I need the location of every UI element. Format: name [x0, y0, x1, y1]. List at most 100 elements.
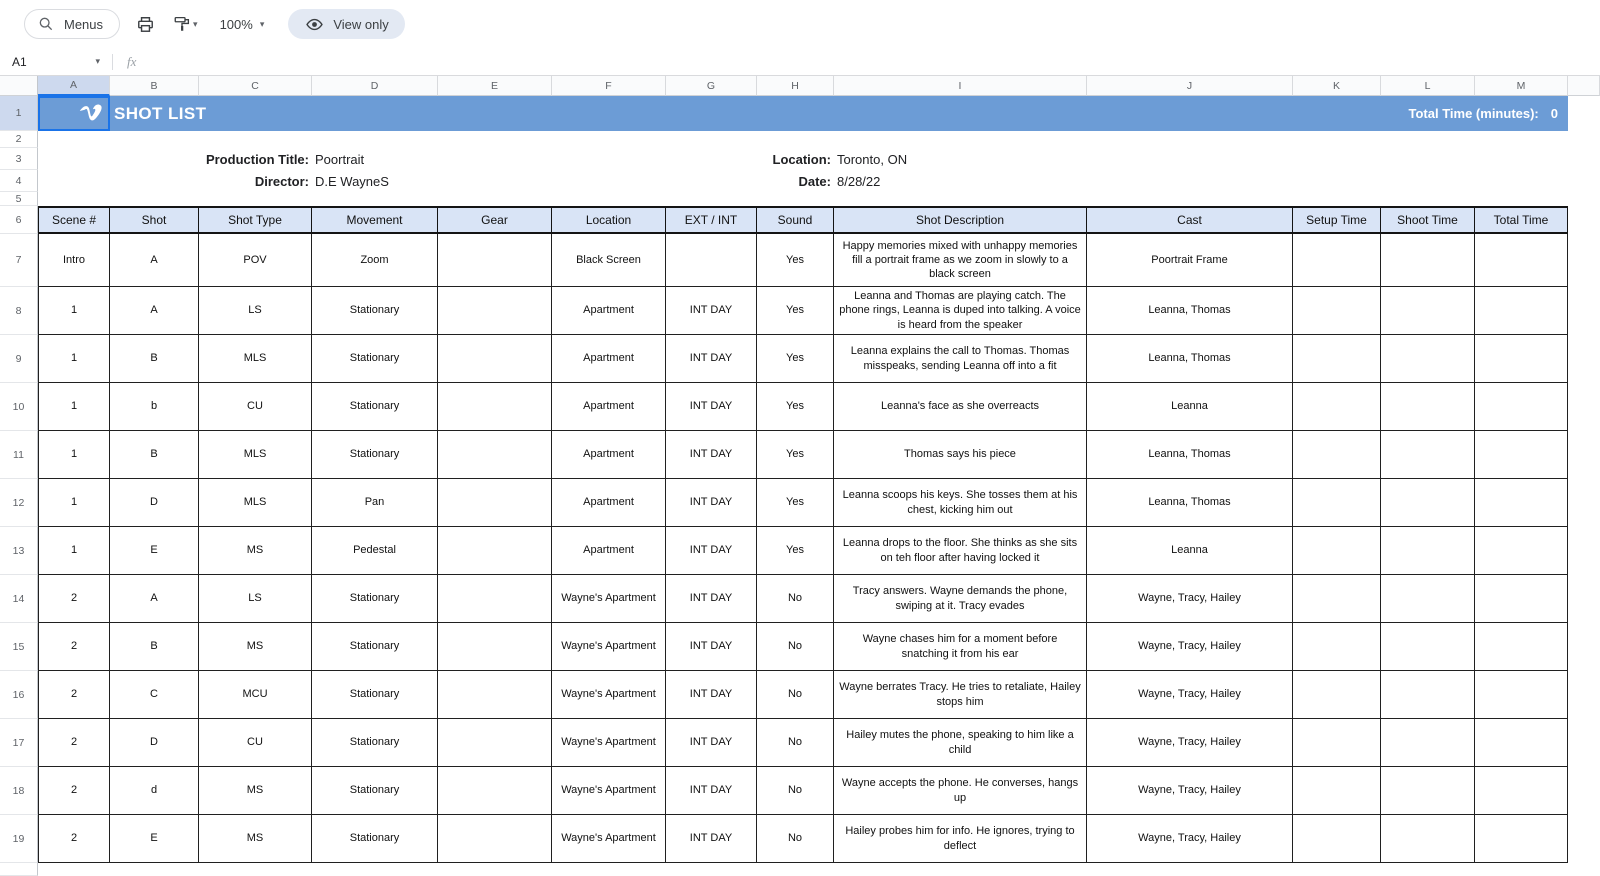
cell-L9[interactable] [1381, 335, 1475, 383]
cell-A8[interactable]: 1 [38, 287, 110, 335]
table-header-movement[interactable]: Movement [312, 206, 438, 234]
cell-B10[interactable]: b [110, 383, 199, 431]
cell-A11[interactable]: 1 [38, 431, 110, 479]
cell-C8[interactable]: LS [199, 287, 312, 335]
cell-J16[interactable]: Wayne, Tracy, Hailey [1087, 671, 1293, 719]
cell-K14[interactable] [1293, 575, 1381, 623]
director-value[interactable]: D.E WayneS [312, 170, 438, 192]
table-header-shot-description[interactable]: Shot Description [834, 206, 1087, 234]
cell-K10[interactable] [1293, 383, 1381, 431]
blank-row[interactable] [38, 131, 1568, 148]
cell-A9[interactable]: 1 [38, 335, 110, 383]
cell-F14[interactable]: Wayne's Apartment [552, 575, 666, 623]
cell-G19[interactable]: INT DAY [666, 815, 757, 863]
cell-B17[interactable]: D [110, 719, 199, 767]
zoom-control[interactable]: 100% ▾ [214, 17, 271, 32]
cell-G13[interactable]: INT DAY [666, 527, 757, 575]
cell-E7[interactable] [438, 234, 552, 287]
cell-J14[interactable]: Wayne, Tracy, Hailey [1087, 575, 1293, 623]
void-area[interactable] [1568, 96, 1600, 131]
cell-J13[interactable]: Leanna [1087, 527, 1293, 575]
cell-A12[interactable]: 1 [38, 479, 110, 527]
column-header-H[interactable]: H [757, 76, 834, 96]
cell-I7[interactable]: Happy memories mixed with unhappy memori… [834, 234, 1087, 287]
cell-C16[interactable]: MCU [199, 671, 312, 719]
location-value[interactable]: Toronto, ON [834, 148, 1087, 170]
cell-M13[interactable] [1475, 527, 1568, 575]
cell-E11[interactable] [438, 431, 552, 479]
cell-I14[interactable]: Tracy answers. Wayne demands the phone, … [834, 575, 1087, 623]
cell-E12[interactable] [438, 479, 552, 527]
row-header-5[interactable]: 5 [0, 192, 38, 206]
cell-H12[interactable]: Yes [757, 479, 834, 527]
cell-K9[interactable] [1293, 335, 1381, 383]
cell-A18[interactable]: 2 [38, 767, 110, 815]
cell-A7[interactable]: Intro [38, 234, 110, 287]
production-title-label[interactable]: Production Title: [38, 148, 312, 170]
cell-M14[interactable] [1475, 575, 1568, 623]
cell-F7[interactable]: Black Screen [552, 234, 666, 287]
row-header-2[interactable]: 2 [0, 131, 38, 148]
cell-G14[interactable]: INT DAY [666, 575, 757, 623]
cell-D17[interactable]: Stationary [312, 719, 438, 767]
cell-C17[interactable]: CU [199, 719, 312, 767]
cell-H14[interactable]: No [757, 575, 834, 623]
cell-B15[interactable]: B [110, 623, 199, 671]
cell-B11[interactable]: B [110, 431, 199, 479]
cell-L14[interactable] [1381, 575, 1475, 623]
row-header-9[interactable]: 9 [0, 335, 38, 383]
cell-I17[interactable]: Hailey mutes the phone, speaking to him … [834, 719, 1087, 767]
cell-D13[interactable]: Pedestal [312, 527, 438, 575]
cell-G16[interactable]: INT DAY [666, 671, 757, 719]
cell-H19[interactable]: No [757, 815, 834, 863]
cell-J12[interactable]: Leanna, Thomas [1087, 479, 1293, 527]
cell-H13[interactable]: Yes [757, 527, 834, 575]
paint-format-button[interactable]: ▾ [171, 13, 200, 35]
cell-C15[interactable]: MS [199, 623, 312, 671]
cell-F18[interactable]: Wayne's Apartment [552, 767, 666, 815]
cell-K15[interactable] [1293, 623, 1381, 671]
cell-B8[interactable]: A [110, 287, 199, 335]
cell-D19[interactable]: Stationary [312, 815, 438, 863]
cell-L16[interactable] [1381, 671, 1475, 719]
cell-M15[interactable] [1475, 623, 1568, 671]
table-header-cast[interactable]: Cast [1087, 206, 1293, 234]
row-header-17[interactable]: 17 [0, 719, 38, 767]
cell-C7[interactable]: POV [199, 234, 312, 287]
table-header-shot-type[interactable]: Shot Type [199, 206, 312, 234]
cell-G9[interactable]: INT DAY [666, 335, 757, 383]
column-header-A[interactable]: A [38, 76, 110, 96]
column-header-C[interactable]: C [199, 76, 312, 96]
cell-K16[interactable] [1293, 671, 1381, 719]
cell-L18[interactable] [1381, 767, 1475, 815]
cell-I11[interactable]: Thomas says his piece [834, 431, 1087, 479]
cell-C18[interactable]: MS [199, 767, 312, 815]
cell-G10[interactable]: INT DAY [666, 383, 757, 431]
cell-F8[interactable]: Apartment [552, 287, 666, 335]
column-header-D[interactable]: D [312, 76, 438, 96]
row-header-1[interactable]: 1 [0, 96, 38, 131]
cell-M10[interactable] [1475, 383, 1568, 431]
date-label[interactable]: Date: [438, 170, 834, 192]
cell-L17[interactable] [1381, 719, 1475, 767]
cell-D15[interactable]: Stationary [312, 623, 438, 671]
cell-I8[interactable]: Leanna and Thomas are playing catch. The… [834, 287, 1087, 335]
cell-F9[interactable]: Apartment [552, 335, 666, 383]
cell-K7[interactable] [1293, 234, 1381, 287]
row-header-13[interactable]: 13 [0, 527, 38, 575]
cell-B12[interactable]: D [110, 479, 199, 527]
cell-K17[interactable] [1293, 719, 1381, 767]
cell-J18[interactable]: Wayne, Tracy, Hailey [1087, 767, 1293, 815]
production-title-value[interactable]: Poortrait [312, 148, 438, 170]
cell-L15[interactable] [1381, 623, 1475, 671]
table-header-scene[interactable]: Scene # [38, 206, 110, 234]
cell-L11[interactable] [1381, 431, 1475, 479]
cell-D8[interactable]: Stationary [312, 287, 438, 335]
row-header-12[interactable]: 12 [0, 479, 38, 527]
cell-I18[interactable]: Wayne accepts the phone. He converses, h… [834, 767, 1087, 815]
cell-I13[interactable]: Leanna drops to the floor. She thinks as… [834, 527, 1087, 575]
column-header-F[interactable]: F [552, 76, 666, 96]
cell-A14[interactable]: 2 [38, 575, 110, 623]
cell-F17[interactable]: Wayne's Apartment [552, 719, 666, 767]
cell-L12[interactable] [1381, 479, 1475, 527]
